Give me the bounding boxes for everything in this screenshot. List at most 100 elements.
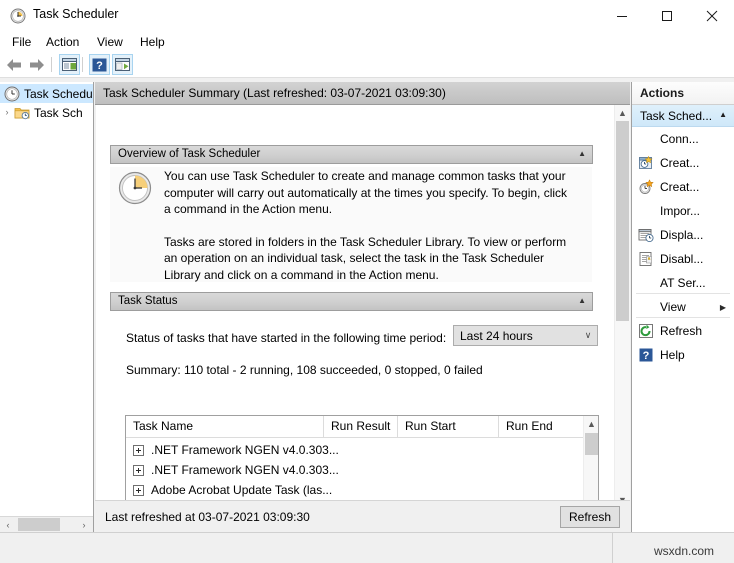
toolbar: ? bbox=[0, 52, 734, 78]
action-refresh[interactable]: Refresh bbox=[632, 319, 734, 343]
blank-icon bbox=[638, 131, 654, 147]
chevron-up-icon[interactable]: ▲ bbox=[578, 150, 586, 158]
scrollbar-track[interactable] bbox=[615, 121, 630, 492]
time-period-label: Status of tasks that have started in the… bbox=[126, 331, 446, 345]
forward-arrow-icon[interactable] bbox=[26, 54, 47, 75]
svg-text:?: ? bbox=[643, 350, 650, 362]
watermark: wsxdn.com bbox=[654, 544, 714, 558]
chevron-down-icon[interactable]: ∨ bbox=[579, 330, 597, 341]
overview-content: You can use Task Scheduler to create and… bbox=[110, 167, 592, 282]
column-header-run-start[interactable]: Run Start bbox=[398, 416, 499, 437]
expand-plus-icon[interactable] bbox=[133, 445, 144, 456]
task-status-panel-header[interactable]: Task Status ▲ bbox=[110, 292, 593, 311]
table-header-row: Task Name Run Result Run Start Run End bbox=[126, 416, 598, 438]
action-import-task[interactable]: Impor... bbox=[632, 199, 734, 223]
blank-icon bbox=[638, 203, 654, 219]
create-basic-task-icon bbox=[638, 155, 654, 171]
overview-text: You can use Task Scheduler to create and… bbox=[164, 168, 572, 282]
actions-pane: Actions Task Sched... ▲ Conn... bbox=[631, 82, 734, 532]
menu-file[interactable]: File bbox=[6, 34, 37, 50]
clock-icon bbox=[10, 8, 26, 24]
maximize-icon[interactable] bbox=[644, 0, 689, 31]
table-row[interactable]: .NET Framework NGEN v4.0.303... bbox=[126, 460, 339, 480]
window-title: Task Scheduler bbox=[33, 7, 118, 21]
submenu-arrow-icon[interactable]: ▶ bbox=[720, 303, 726, 312]
help-icon[interactable]: ? bbox=[89, 54, 110, 75]
overview-paragraph-2: Tasks are stored in folders in the Task … bbox=[164, 234, 572, 283]
minimize-icon[interactable] bbox=[599, 0, 644, 31]
action-create-task[interactable]: Creat... bbox=[632, 175, 734, 199]
action-at-service-account-configuration[interactable]: AT Ser... bbox=[632, 271, 734, 295]
table-vertical-scrollbar[interactable]: ▲ bbox=[583, 416, 598, 508]
chevron-right-icon[interactable]: › bbox=[0, 108, 14, 117]
overview-panel-header[interactable]: Overview of Task Scheduler ▲ bbox=[110, 145, 593, 164]
action-label: Conn... bbox=[660, 132, 699, 146]
menu-view[interactable]: View bbox=[91, 34, 129, 50]
task-name-cell: .NET Framework NGEN v4.0.303... bbox=[151, 443, 339, 457]
column-header-run-end[interactable]: Run End bbox=[499, 416, 583, 437]
task-scheduler-window: Task Scheduler File Action View Help bbox=[0, 0, 734, 563]
tree-horizontal-scrollbar[interactable]: ‹ › bbox=[0, 516, 93, 532]
time-period-dropdown[interactable]: Last 24 hours ∨ bbox=[453, 325, 598, 346]
scrollbar-thumb[interactable] bbox=[585, 433, 598, 455]
scroll-up-icon[interactable]: ▲ bbox=[615, 105, 630, 121]
refresh-button[interactable]: Refresh bbox=[560, 506, 620, 528]
summary-header-title: Task Scheduler Summary (Last refreshed: … bbox=[103, 86, 446, 100]
action-display-all-running-tasks[interactable]: Displa... bbox=[632, 223, 734, 247]
chevron-up-icon[interactable]: ▲ bbox=[578, 297, 586, 305]
back-arrow-icon[interactable] bbox=[4, 54, 25, 75]
action-view[interactable]: View ▶ bbox=[632, 295, 734, 319]
blank-icon bbox=[638, 299, 654, 315]
close-icon[interactable] bbox=[689, 0, 734, 31]
disable-all-tasks-history-icon bbox=[638, 251, 654, 267]
window-controls bbox=[599, 0, 734, 31]
display-all-running-tasks-icon bbox=[638, 227, 654, 243]
action-create-basic-task[interactable]: Creat... bbox=[632, 151, 734, 175]
task-name-cell: .NET Framework NGEN v4.0.303... bbox=[151, 463, 339, 477]
actions-divider bbox=[636, 317, 730, 318]
title-bar: Task Scheduler bbox=[0, 0, 734, 32]
action-help[interactable]: ? Help bbox=[632, 343, 734, 367]
action-connect-to-another-computer[interactable]: Conn... bbox=[632, 127, 734, 151]
scroll-left-icon[interactable]: ‹ bbox=[0, 517, 16, 532]
summary-status-bar: Last refreshed at 03-07-2021 03:09:30 Re… bbox=[95, 500, 630, 532]
action-label: Displa... bbox=[660, 228, 703, 242]
action-label: View bbox=[660, 300, 686, 314]
table-row[interactable]: .NET Framework NGEN v4.0.303... bbox=[126, 440, 339, 460]
tree-item-task-scheduler-library[interactable]: › Task Sch bbox=[0, 103, 93, 122]
summary-body: Overview of Task Scheduler ▲ You can use bbox=[96, 105, 614, 508]
svg-text:?: ? bbox=[96, 60, 103, 72]
scroll-up-icon[interactable]: ▲ bbox=[584, 416, 599, 432]
actions-group-label: Task Sched... bbox=[640, 109, 712, 123]
chevron-up-icon[interactable]: ▲ bbox=[719, 111, 727, 119]
action-label: Help bbox=[660, 348, 685, 362]
console-tree-pane: Task Schedu › Task Sch bbox=[0, 82, 94, 532]
toolbar-separator-1 bbox=[51, 57, 52, 72]
expand-plus-icon[interactable] bbox=[133, 485, 144, 496]
center-pane: Task Scheduler Summary (Last refreshed: … bbox=[95, 82, 630, 532]
refresh-icon bbox=[638, 323, 654, 339]
scrollbar-thumb[interactable] bbox=[616, 121, 629, 321]
task-status-panel-title: Task Status bbox=[118, 295, 177, 307]
table-row[interactable]: Adobe Acrobat Update Task (las... bbox=[126, 480, 332, 500]
column-header-run-result[interactable]: Run Result bbox=[324, 416, 398, 437]
tree-item-label: Task Sch bbox=[34, 106, 83, 120]
show-hide-console-tree-icon[interactable] bbox=[59, 54, 80, 75]
actions-divider bbox=[636, 293, 730, 294]
summary-vertical-scrollbar[interactable]: ▲ ▼ bbox=[614, 105, 630, 508]
action-label: Refresh bbox=[660, 324, 702, 338]
action-disable-all-tasks-history[interactable]: Disabl... bbox=[632, 247, 734, 271]
show-hide-action-pane-icon[interactable] bbox=[112, 54, 133, 75]
window-status-bar bbox=[0, 532, 734, 563]
last-refreshed-text: Last refreshed at 03-07-2021 03:09:30 bbox=[105, 510, 310, 524]
scroll-right-icon[interactable]: › bbox=[76, 517, 92, 532]
actions-group-header[interactable]: Task Sched... ▲ bbox=[632, 105, 734, 127]
action-label: Creat... bbox=[660, 156, 699, 170]
column-header-task-name[interactable]: Task Name bbox=[126, 416, 324, 437]
scrollbar-thumb[interactable] bbox=[18, 518, 60, 531]
tree-item-task-scheduler-root[interactable]: Task Schedu bbox=[0, 84, 94, 103]
menu-help[interactable]: Help bbox=[134, 34, 171, 50]
menu-action[interactable]: Action bbox=[40, 34, 85, 50]
clock-icon bbox=[118, 171, 152, 205]
expand-plus-icon[interactable] bbox=[133, 465, 144, 476]
